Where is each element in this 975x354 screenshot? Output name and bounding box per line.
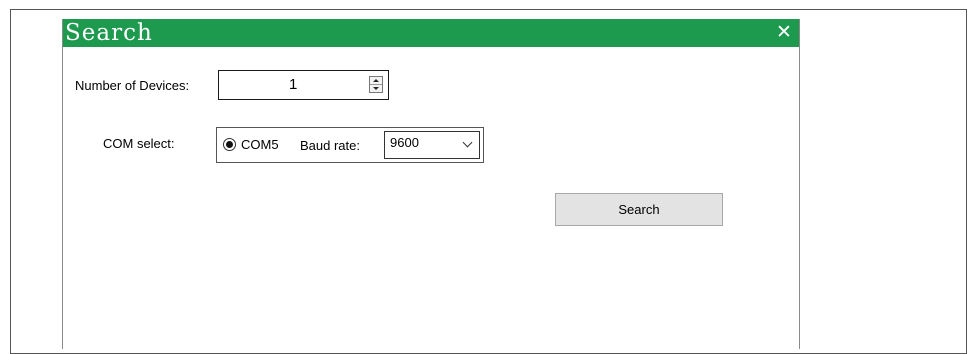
radio-selected-icon[interactable] bbox=[223, 138, 236, 151]
spin-buttons bbox=[369, 76, 383, 93]
baud-rate-label: Baud rate: bbox=[300, 138, 360, 153]
close-icon[interactable]: ✕ bbox=[773, 20, 795, 46]
com-select-label: COM select: bbox=[103, 136, 175, 151]
device-count-value[interactable]: 1 bbox=[289, 76, 297, 94]
device-count-stepper[interactable]: 1 bbox=[218, 70, 389, 100]
search-button[interactable]: Search bbox=[555, 193, 723, 226]
spin-down-icon[interactable] bbox=[370, 85, 382, 92]
dialog-title: Search bbox=[65, 20, 153, 46]
baud-rate-select[interactable]: 9600 bbox=[384, 131, 480, 159]
search-dialog: Search ✕ bbox=[62, 19, 800, 349]
com-port-label[interactable]: COM5 bbox=[241, 137, 279, 153]
com-select-group: COM5 Baud rate: 9600 bbox=[216, 127, 484, 163]
spin-up-icon[interactable] bbox=[370, 77, 382, 85]
chevron-down-icon bbox=[462, 137, 473, 148]
dialog-titlebar: Search ✕ bbox=[63, 19, 799, 47]
device-count-label: Number of Devices: bbox=[75, 78, 190, 93]
baud-rate-value: 9600 bbox=[390, 135, 419, 150]
